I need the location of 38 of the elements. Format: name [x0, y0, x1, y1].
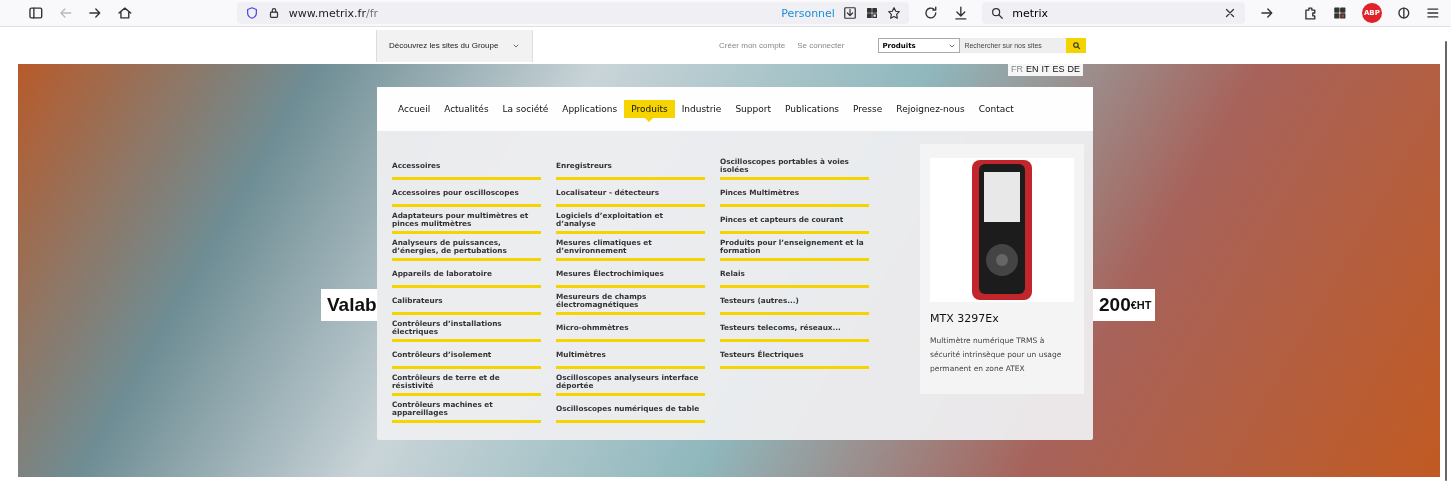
url-text: www.metrix.fr/fr: [288, 6, 379, 20]
nav-tab[interactable]: Applications: [555, 100, 625, 118]
download-icon[interactable]: [842, 6, 857, 20]
group-sites-dropdown[interactable]: Découvrez les sites du Groupe: [376, 29, 533, 62]
arrow-right-icon[interactable]: [1259, 5, 1275, 21]
address-bar[interactable]: www.metrix.fr/fr Personnel: [236, 2, 909, 24]
login-link[interactable]: Se connecter: [797, 41, 845, 50]
language-link[interactable]: FR: [1011, 64, 1023, 76]
nav-tab[interactable]: Publications: [777, 100, 847, 118]
language-link[interactable]: IT: [1041, 64, 1050, 76]
sidebar-icon[interactable]: [28, 5, 44, 21]
language-link[interactable]: DE: [1067, 64, 1081, 76]
language-link[interactable]: EN: [1026, 64, 1039, 76]
bookmark-star-icon[interactable]: [886, 6, 901, 20]
reload-icon[interactable]: [922, 5, 939, 21]
nav-tab[interactable]: La société: [495, 100, 556, 118]
forward-icon[interactable]: [87, 5, 103, 21]
nav-tab[interactable]: Industrie: [674, 100, 729, 118]
search-field[interactable]: metrix: [982, 2, 1246, 24]
search-icon: [990, 6, 1005, 20]
search-button[interactable]: [1066, 38, 1087, 53]
create-account-link[interactable]: Créer mon compte: [719, 41, 786, 50]
shield-icon: [244, 6, 259, 20]
search-icon: [1071, 41, 1081, 50]
nav-tab[interactable]: Presse: [846, 100, 890, 118]
home-icon[interactable]: [117, 5, 133, 21]
nav-tab[interactable]: Support: [728, 100, 778, 118]
product-name: MTX 3297Ex: [930, 312, 1000, 325]
download-icon[interactable]: [952, 5, 969, 21]
promo-text: Valab: [321, 289, 378, 321]
grid-icon[interactable]: [864, 6, 879, 20]
nav-tab[interactable]: Actualités: [437, 100, 496, 118]
language-link[interactable]: ES: [1052, 64, 1065, 76]
nav-tab[interactable]: Accueil: [391, 100, 438, 118]
promo-price: 200$^{€HT}$: [1093, 289, 1155, 321]
nav-tab[interactable]: Contact: [971, 100, 1021, 118]
nav-tab[interactable]: Rejoignez-nous: [889, 100, 972, 118]
menu-icon[interactable]: [1425, 5, 1441, 21]
